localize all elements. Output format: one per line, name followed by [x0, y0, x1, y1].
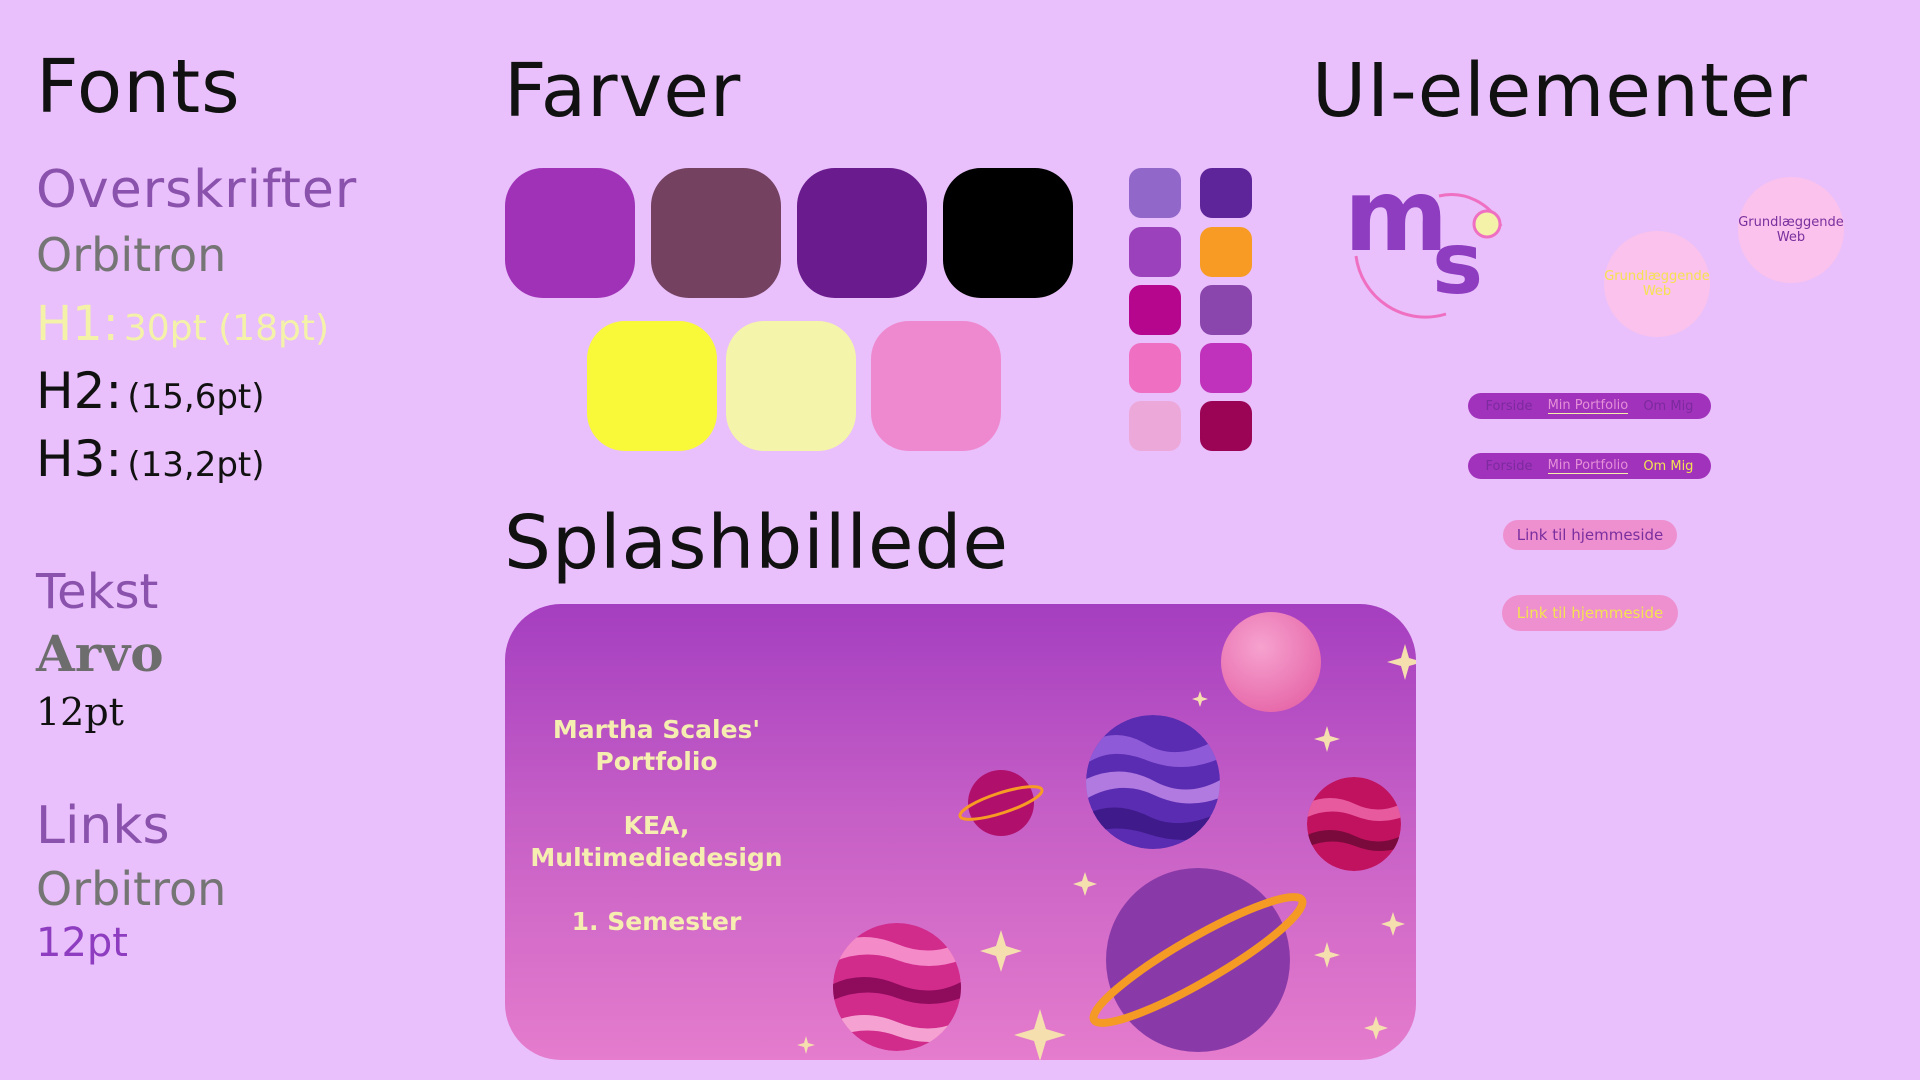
swatch-small — [1129, 168, 1181, 218]
circle-button-yellow[interactable]: Grundlæggende Web — [1604, 231, 1710, 337]
splash-program: Multimediedesign — [530, 843, 783, 872]
fonts-title: Fonts — [36, 44, 241, 130]
links-label: Links — [36, 796, 170, 856]
link-button-default[interactable]: Link til hjemmeside — [1503, 520, 1677, 550]
splash-name: Martha Scales' — [552, 715, 761, 744]
headings-font: Orbitron — [36, 228, 227, 282]
swatch-small — [1129, 401, 1181, 451]
swatch-large — [871, 321, 1001, 451]
bottom-planet — [833, 923, 961, 1051]
nav-item-min-portfolio[interactable]: Min Portfolio — [1547, 398, 1629, 414]
h3-label: H3: — [36, 430, 123, 488]
text-label: Tekst — [36, 564, 159, 620]
splash-image: Martha Scales' Portfolio KEA, Multimedie… — [505, 604, 1416, 1060]
ui-title: UI-elementer — [1312, 48, 1808, 134]
h2-label: H2: — [36, 362, 123, 420]
h2-spec: H2: (15,6pt) — [36, 362, 265, 420]
swatch-large — [797, 168, 927, 298]
links-font: Orbitron — [36, 862, 227, 916]
colors-title: Farver — [504, 48, 742, 134]
pink-moon — [1221, 612, 1321, 712]
blue-planet — [1086, 715, 1220, 849]
nav-item-min-portfolio[interactable]: Min Portfolio — [1547, 458, 1629, 474]
h1-spec: H1: 30pt (18pt) — [36, 296, 329, 352]
swatch-small — [1129, 227, 1181, 277]
swatch-small — [1129, 285, 1181, 335]
swatch-small — [1200, 227, 1252, 277]
text-font: Arvo — [36, 624, 164, 683]
circle-button-purple[interactable]: Grundlæggende Web — [1738, 177, 1844, 283]
logo-s: s — [1432, 214, 1484, 314]
nav-item-forside[interactable]: Forside — [1486, 399, 1533, 414]
nav-item-om-mig[interactable]: Om Mig — [1643, 459, 1693, 474]
h1-size: 30pt (18pt) — [123, 308, 329, 349]
headings-label: Overskrifter — [36, 160, 358, 220]
link-button-hover[interactable]: Link til hjemmeside — [1502, 595, 1678, 631]
nav-bar-default: Forside Min Portfolio Om Mig — [1468, 393, 1711, 419]
nav-item-om-mig[interactable]: Om Mig — [1643, 399, 1693, 414]
swatch-large — [587, 321, 717, 451]
nav-item-forside[interactable]: Forside — [1486, 459, 1533, 474]
h3-size: (13,2pt) — [127, 445, 265, 485]
swatch-small — [1129, 343, 1181, 393]
h1-label: H1: — [36, 296, 119, 352]
swatch-large — [651, 168, 781, 298]
splash-portfolio: Portfolio — [595, 747, 718, 776]
swatch-large — [505, 168, 635, 298]
nav-bar-hover: Forside Min Portfolio Om Mig — [1468, 453, 1711, 479]
swatch-large — [726, 321, 856, 451]
splash-text: Martha Scales' Portfolio KEA, Multimedie… — [505, 714, 808, 938]
links-size: 12pt — [36, 920, 128, 966]
splash-title: Splashbillede — [504, 500, 1009, 586]
right-planet — [1307, 777, 1401, 871]
h3-spec: H3: (13,2pt) — [36, 430, 265, 488]
swatch-small — [1200, 401, 1252, 451]
logo: m s — [1344, 157, 1514, 326]
swatch-small — [1200, 168, 1252, 218]
big-planet — [1106, 868, 1290, 1052]
h2-size: (15,6pt) — [127, 377, 265, 417]
splash-semester: 1. Semester — [571, 907, 742, 936]
swatch-large — [943, 168, 1073, 298]
swatch-small — [1200, 285, 1252, 335]
swatch-small — [1200, 343, 1252, 393]
splash-school: KEA, — [623, 811, 690, 840]
text-size: 12pt — [36, 690, 124, 734]
